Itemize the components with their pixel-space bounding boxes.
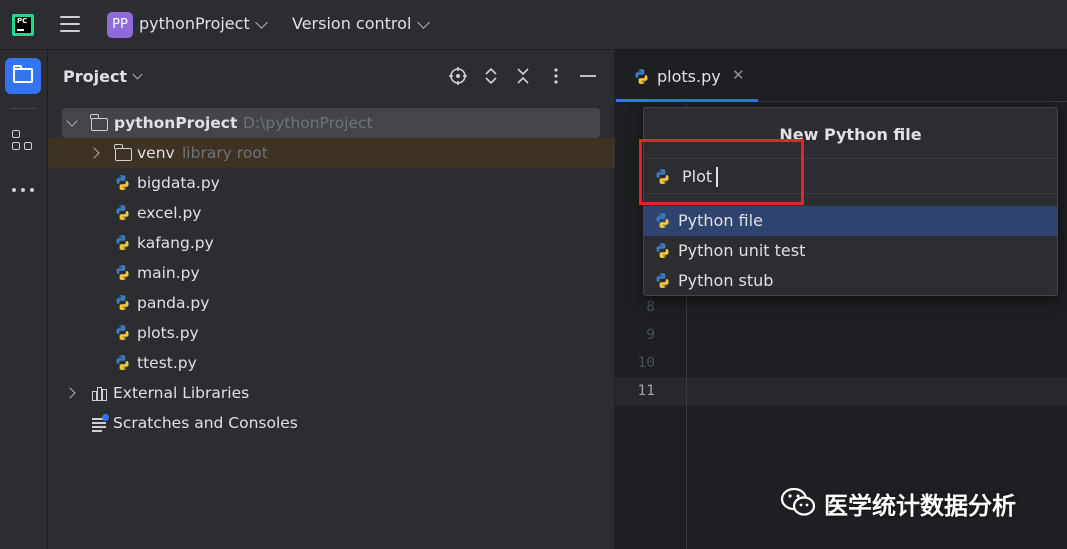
tree-file-row[interactable]: bigdata.py: [48, 168, 615, 198]
venv-label: venv: [137, 144, 175, 162]
tree-file-row[interactable]: panda.py: [48, 288, 615, 318]
version-control-menu[interactable]: Version control: [292, 14, 411, 33]
option-python-file[interactable]: Python file: [644, 206, 1057, 236]
active-tab-indicator: [616, 99, 758, 102]
highlight-annotation-box: [639, 139, 804, 205]
option-python-stub[interactable]: Python stub: [644, 266, 1057, 296]
tree-file-row[interactable]: main.py: [48, 258, 615, 288]
tool-window-strip: [0, 50, 48, 549]
pycharm-logo-icon[interactable]: PC: [12, 14, 34, 36]
structure-icon[interactable]: [12, 130, 34, 152]
divider: [10, 108, 36, 109]
option-label: Python file: [678, 211, 763, 230]
project-selector[interactable]: pythonProject: [139, 14, 250, 33]
tree-venv-row[interactable]: venv library root: [48, 138, 615, 168]
folder-icon: [13, 68, 33, 83]
line-number: 11: [637, 383, 655, 399]
chevron-down-icon[interactable]: [132, 69, 143, 80]
collapse-all-icon[interactable]: [513, 66, 533, 86]
file-label: kafang.py: [137, 234, 214, 252]
python-file-icon: [656, 213, 669, 228]
python-file-icon: [116, 205, 129, 220]
tab-plots-py[interactable]: plots.py ✕: [615, 50, 758, 102]
chevron-right-icon[interactable]: [88, 147, 100, 159]
folder-icon: [90, 114, 108, 131]
line-number: 8: [646, 299, 655, 315]
line-number: 9: [646, 327, 655, 343]
watermark: 医学统计数据分析: [780, 484, 1050, 520]
python-file-icon: [656, 243, 669, 258]
python-file-icon: [116, 175, 129, 190]
title-bar: PC PP pythonProject Version control: [0, 0, 1067, 50]
wechat-icon: [780, 487, 816, 516]
python-file-icon: [116, 325, 129, 340]
project-panel: Project pythonProject D:\pythonProject v…: [48, 50, 615, 549]
library-icon: [92, 386, 108, 401]
tab-label: plots.py: [657, 67, 721, 86]
tree-file-row[interactable]: plots.py: [48, 318, 615, 348]
panel-title[interactable]: Project: [63, 67, 127, 86]
expand-all-icon[interactable]: [481, 66, 501, 86]
locate-icon[interactable]: [448, 66, 468, 86]
chevron-down-icon[interactable]: [66, 115, 78, 127]
option-python-unit-test[interactable]: Python unit test: [644, 236, 1057, 266]
python-file-icon: [635, 69, 648, 84]
editor-tab-bar: plots.py ✕: [615, 50, 1067, 102]
venv-sublabel: library root: [182, 144, 268, 162]
root-folder-path: D:\pythonProject: [243, 114, 373, 132]
hamburger-menu-icon[interactable]: [60, 16, 80, 34]
option-label: Python unit test: [678, 241, 806, 260]
file-label: bigdata.py: [137, 174, 220, 192]
file-label: panda.py: [137, 294, 210, 312]
watermark-text: 医学统计数据分析: [824, 492, 1016, 520]
tree-external-libraries-row[interactable]: External Libraries: [48, 378, 615, 408]
chevron-right-icon[interactable]: [64, 387, 76, 399]
file-label: plots.py: [137, 324, 199, 342]
chevron-down-icon[interactable]: [417, 16, 430, 29]
python-file-icon: [116, 265, 129, 280]
folder-icon: [114, 144, 132, 161]
options-icon[interactable]: [546, 66, 566, 86]
tree-file-row[interactable]: excel.py: [48, 198, 615, 228]
option-label: Python stub: [678, 271, 774, 290]
tree-file-row[interactable]: kafang.py: [48, 228, 615, 258]
file-label: ttest.py: [137, 354, 197, 372]
logo-text: PC: [17, 17, 28, 25]
python-file-icon: [116, 295, 129, 310]
python-file-icon: [116, 235, 129, 250]
external-libraries-label: External Libraries: [113, 384, 250, 402]
close-icon[interactable]: ✕: [732, 66, 745, 84]
tree-scratches-row[interactable]: Scratches and Consoles: [48, 408, 615, 438]
root-folder-label: pythonProject: [114, 114, 238, 132]
tree-root-row[interactable]: pythonProject D:\pythonProject: [62, 108, 600, 138]
file-label: excel.py: [137, 204, 202, 222]
more-icon[interactable]: [12, 188, 36, 194]
python-file-icon: [116, 355, 129, 370]
chevron-down-icon[interactable]: [255, 16, 268, 29]
scratches-icon: [92, 414, 110, 432]
hide-icon[interactable]: [578, 66, 598, 86]
project-tool-button[interactable]: [5, 58, 41, 94]
file-label: main.py: [137, 264, 200, 282]
line-number: 10: [637, 355, 655, 371]
scratches-label: Scratches and Consoles: [113, 414, 298, 432]
python-file-icon: [656, 273, 669, 288]
project-badge[interactable]: PP: [107, 12, 133, 38]
tree-file-row[interactable]: ttest.py: [48, 348, 615, 378]
